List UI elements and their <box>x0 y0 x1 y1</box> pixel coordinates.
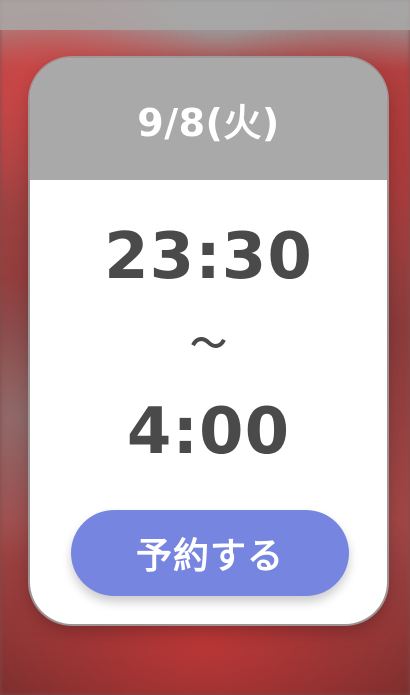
date-label: 9/8(火) <box>137 100 280 145</box>
start-time: 23:30 <box>104 220 313 294</box>
time-range-separator: 〜 <box>190 324 227 365</box>
card-body: 23:30 〜 4:00 予約する <box>30 180 387 624</box>
reservation-card: 9/8(火) 23:30 〜 4:00 予約する <box>30 58 387 624</box>
reserve-button-label: 予約する <box>135 535 284 576</box>
end-time: 4:00 <box>126 395 291 469</box>
reserve-button[interactable]: 予約する <box>71 510 349 596</box>
top-bar <box>0 0 410 30</box>
card-header: 9/8(火) <box>30 58 387 180</box>
